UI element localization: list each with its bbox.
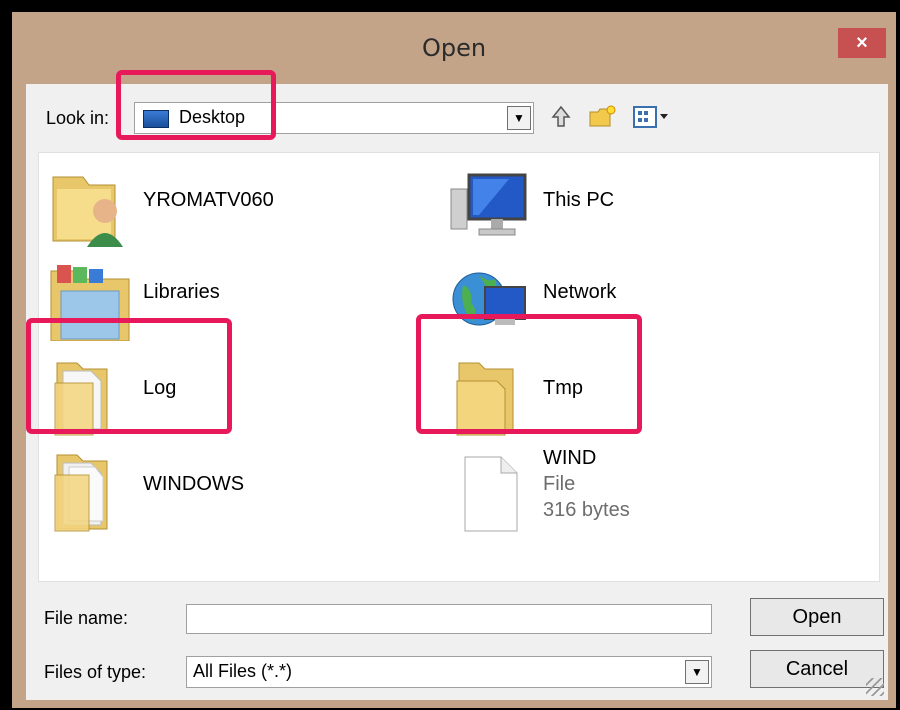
folder-icon xyxy=(49,355,131,437)
open-dialog: Open × Look in: Desktop ▼ YROMATV060 Thi… xyxy=(12,12,896,708)
file-icon xyxy=(449,451,531,533)
network-icon xyxy=(449,259,531,341)
open-button[interactable]: Open xyxy=(750,598,884,636)
list-item-network[interactable]: Network xyxy=(439,253,819,341)
close-button[interactable]: × xyxy=(838,28,886,58)
list-item-wind[interactable]: WIND File 316 bytes xyxy=(439,445,819,533)
folder-icon xyxy=(449,355,531,437)
item-size: 316 bytes xyxy=(543,499,630,521)
title-bar[interactable]: Open × xyxy=(12,12,896,84)
list-item-libraries[interactable]: Libraries xyxy=(39,253,419,342)
file-list: YROMATV060 This PC Libraries Network Log… xyxy=(38,152,880,582)
item-name: WINDOWS xyxy=(143,473,245,495)
window-title: Open xyxy=(421,34,487,62)
view-menu-icon[interactable] xyxy=(630,102,674,132)
list-item-yromatv060[interactable]: YROMATV060 xyxy=(39,161,419,249)
file-name-label: File name: xyxy=(44,608,129,628)
file-type-value: All Files (*.*) xyxy=(193,661,293,681)
file-type-label: Files of type: xyxy=(44,662,147,682)
look-in-dropdown[interactable]: Desktop ▼ xyxy=(134,102,534,134)
look-in-value: Desktop xyxy=(179,107,246,127)
computer-icon xyxy=(449,167,531,249)
list-item-this-pc[interactable]: This PC xyxy=(439,161,819,249)
folder-icon xyxy=(49,451,131,533)
item-name: WIND xyxy=(543,447,597,469)
desktop-icon xyxy=(143,110,169,128)
item-name: Log xyxy=(143,377,177,399)
dialog-client-area: Look in: Desktop ▼ YROMATV060 This PC Li… xyxy=(26,84,888,700)
file-type-dropdown[interactable]: All Files (*.*) ▼ xyxy=(186,656,712,688)
resize-grip[interactable] xyxy=(866,678,884,696)
file-name-input[interactable] xyxy=(186,604,712,634)
item-name: Libraries xyxy=(143,281,220,303)
item-type: File xyxy=(543,473,576,495)
list-item-log[interactable]: Log xyxy=(39,349,419,437)
new-folder-icon[interactable] xyxy=(586,102,620,132)
item-name: YROMATV060 xyxy=(143,189,274,211)
list-item-tmp[interactable]: Tmp xyxy=(439,349,819,437)
user-folder-icon xyxy=(49,167,131,249)
item-name: This PC xyxy=(543,189,615,211)
dropdown-arrow-icon[interactable]: ▼ xyxy=(685,660,709,684)
libraries-icon xyxy=(49,259,131,342)
list-item-windows[interactable]: WINDOWS xyxy=(39,445,419,533)
item-name: Tmp xyxy=(543,377,583,399)
item-name: Network xyxy=(543,281,617,303)
dropdown-arrow-icon[interactable]: ▼ xyxy=(507,106,531,130)
look-in-label: Look in: xyxy=(46,108,110,128)
cancel-button[interactable]: Cancel xyxy=(750,650,884,688)
up-folder-icon[interactable] xyxy=(546,102,576,132)
